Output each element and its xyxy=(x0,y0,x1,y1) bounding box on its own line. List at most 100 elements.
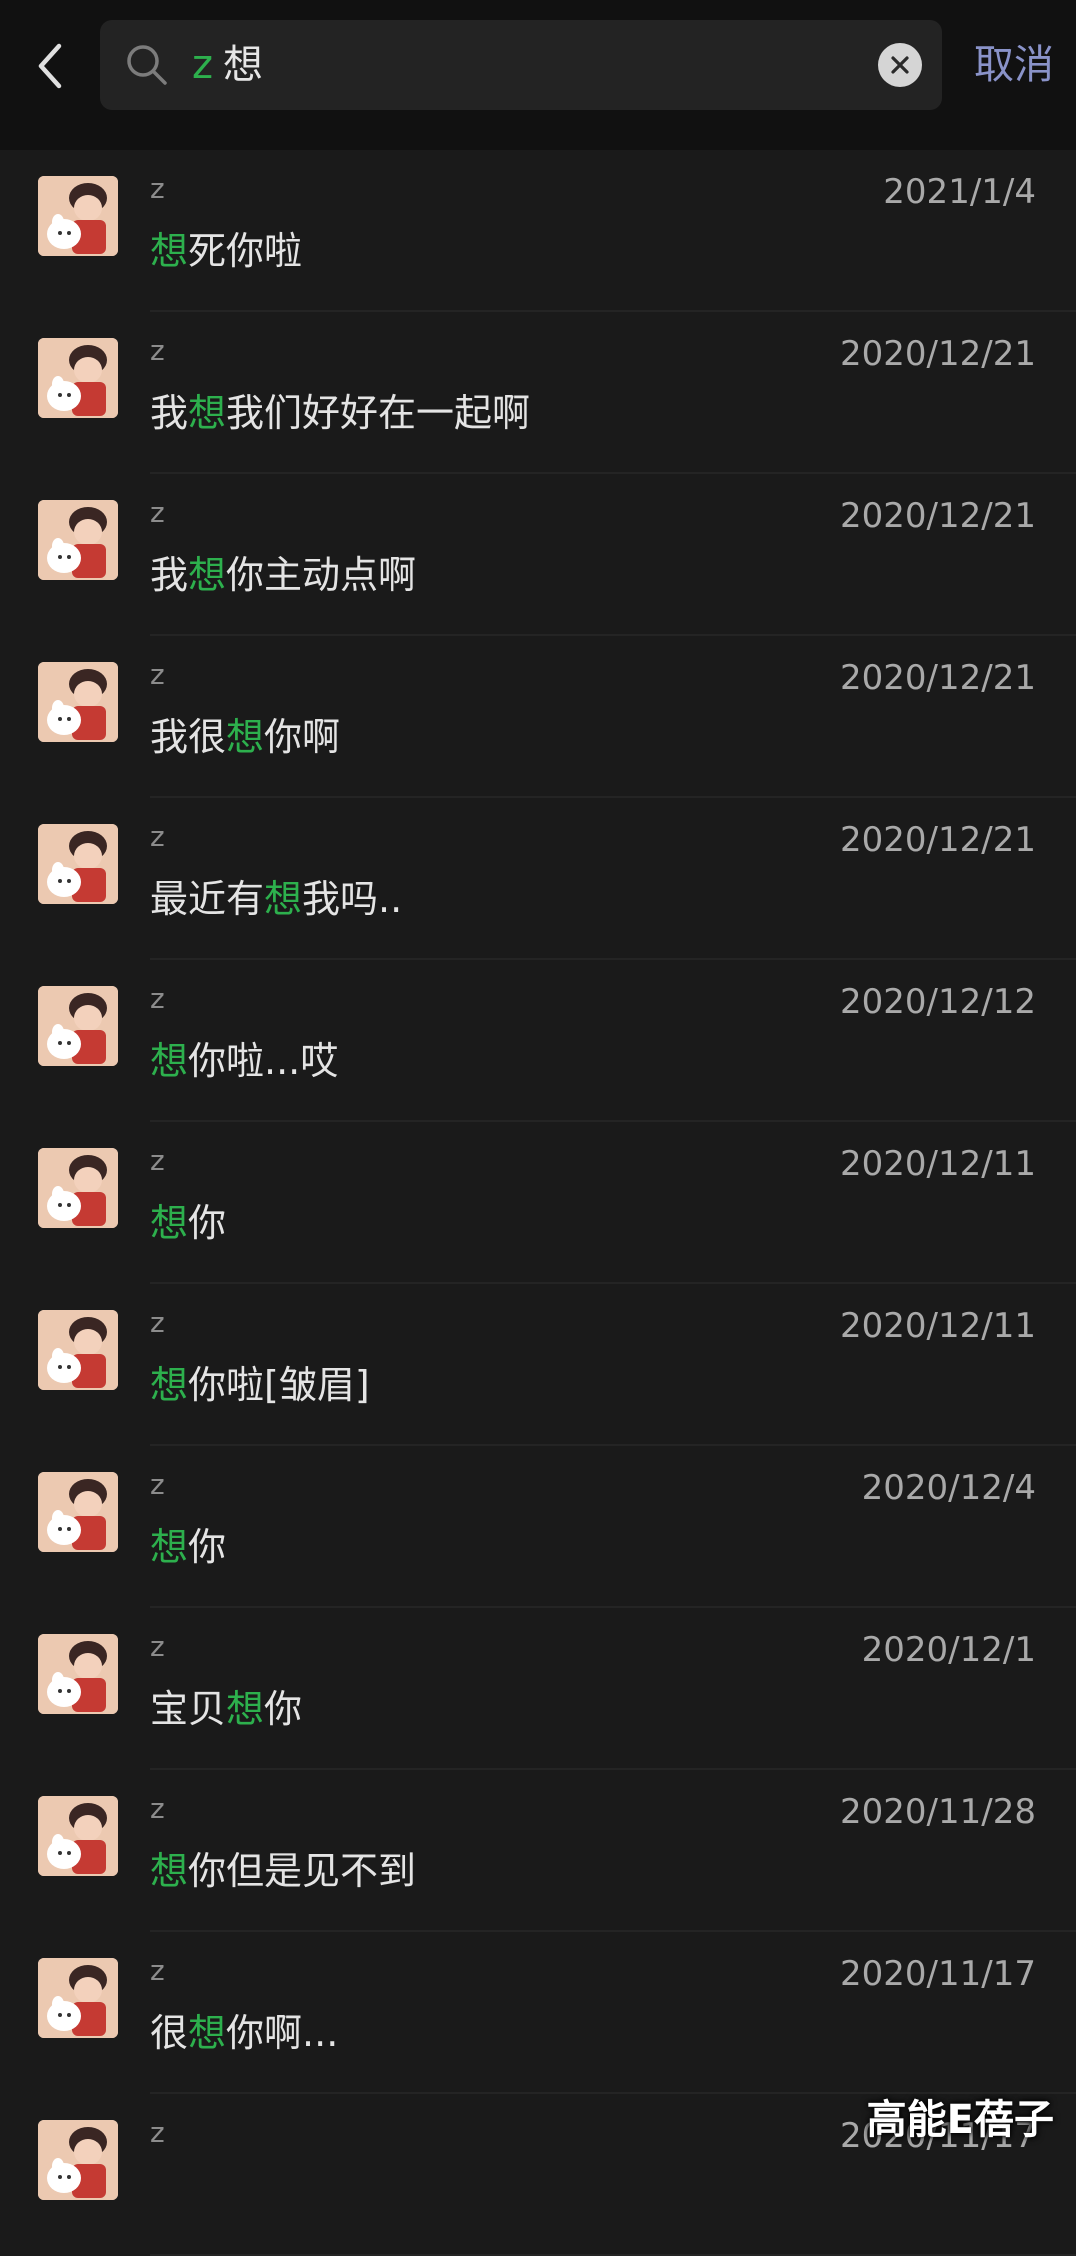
message-text-post: 我吗.. xyxy=(302,877,403,921)
avatar xyxy=(38,1148,118,1228)
message-text: 想死你啦 xyxy=(150,220,302,275)
avatar xyxy=(38,1310,118,1390)
message-text-post: 你 xyxy=(188,1201,227,1245)
message-text-post: 你但是见不到 xyxy=(188,1849,417,1893)
back-button[interactable] xyxy=(30,38,70,94)
message-text-post: 我们好好在一起啊 xyxy=(226,391,531,435)
message-text-highlight: 想 xyxy=(150,229,189,273)
result-row[interactable]: z 2020/12/21 我很想你啊 xyxy=(0,636,1076,798)
search-query[interactable]: z想 xyxy=(192,20,263,110)
avatar xyxy=(38,662,118,742)
avatar-image xyxy=(38,824,118,904)
result-row[interactable]: z 2020/12/21 我想我们好好在一起啊 xyxy=(0,312,1076,474)
message-text-pre: 很 xyxy=(150,2011,189,2055)
message-text-highlight: 想 xyxy=(150,1363,189,1407)
message-text-highlight: 想 xyxy=(226,1687,265,1731)
contact-name: z xyxy=(150,1144,165,1177)
message-text-highlight: 想 xyxy=(150,1849,189,1893)
clear-button[interactable] xyxy=(878,43,922,87)
avatar-image xyxy=(38,662,118,742)
result-row[interactable]: z 2020/12/11 想你 xyxy=(0,1122,1076,1284)
avatar-image xyxy=(38,500,118,580)
result-row[interactable]: z 2020/11/17 很想你啊... xyxy=(0,1932,1076,2094)
message-text-highlight: 想 xyxy=(150,1039,189,1083)
contact-name: z xyxy=(150,1954,165,1987)
result-row[interactable]: z 2020/11/28 想你但是见不到 xyxy=(0,1770,1076,1932)
message-date: 2020/11/17 xyxy=(840,1954,1036,1994)
contact-name: z xyxy=(150,982,165,1015)
result-row[interactable]: z 2020/12/1 宝贝想你 xyxy=(0,1608,1076,1770)
avatar-image xyxy=(38,1310,118,1390)
avatar-image xyxy=(38,1148,118,1228)
avatar xyxy=(38,176,118,256)
avatar xyxy=(38,1472,118,1552)
message-text-highlight: 想 xyxy=(188,553,227,597)
avatar-image xyxy=(38,1472,118,1552)
avatar xyxy=(38,500,118,580)
message-text-highlight: 想 xyxy=(226,715,265,759)
message-text: 想你啦...哎 xyxy=(150,1030,338,1085)
search-header: z想 取消 xyxy=(0,0,1076,150)
contact-name: z xyxy=(150,2116,165,2149)
message-text-pre: 我 xyxy=(150,391,189,435)
message-text: 很想你啊... xyxy=(150,2002,338,2057)
message-text: 我想你主动点啊 xyxy=(150,544,416,599)
avatar-image xyxy=(38,1796,118,1876)
message-text: 想你 xyxy=(150,1192,226,1247)
contact-name: z xyxy=(150,172,165,205)
message-text-post: 你啊... xyxy=(226,2011,339,2055)
message-text: 想你 xyxy=(150,1516,226,1571)
result-row[interactable]: z 2021/1/4 想死你啦 xyxy=(0,150,1076,312)
message-date: 2021/1/4 xyxy=(883,172,1036,212)
message-text-post: 你 xyxy=(188,1525,227,1569)
message-text-post: 死你啦 xyxy=(188,229,303,273)
result-row[interactable]: z 2020/12/21 我想你主动点啊 xyxy=(0,474,1076,636)
message-text-post: 你 xyxy=(264,1687,303,1731)
message-text-pre: 最近有 xyxy=(150,877,265,921)
result-row[interactable]: z 2020/12/21 最近有想我吗.. xyxy=(0,798,1076,960)
message-text-highlight: 想 xyxy=(150,1525,189,1569)
message-text-pre: 我很 xyxy=(150,715,227,759)
avatar-image xyxy=(38,1958,118,2038)
avatar xyxy=(38,824,118,904)
message-text: 想你但是见不到 xyxy=(150,1840,416,1895)
message-text: 最近有想我吗.. xyxy=(150,868,402,923)
chevron-left-icon xyxy=(38,43,62,89)
message-text: 想你啦[皱眉] xyxy=(150,1354,370,1409)
search-field[interactable]: z想 xyxy=(100,20,942,110)
contact-name: z xyxy=(150,1468,165,1501)
avatar-image xyxy=(38,1634,118,1714)
contact-name: z xyxy=(150,496,165,529)
result-row[interactable]: z 2020/12/11 想你啦[皱眉] xyxy=(0,1284,1076,1446)
message-text-post: 你啦...哎 xyxy=(188,1039,339,1083)
avatar xyxy=(38,2120,118,2200)
search-results-list: z 2021/1/4 想死你啦 z 2020/12/21 我想我们好好在一起啊 … xyxy=(0,150,1076,2256)
cancel-button[interactable]: 取消 xyxy=(974,20,1054,110)
message-text: 宝贝想你 xyxy=(150,1678,302,1733)
message-text: 我很想你啊 xyxy=(150,706,340,761)
message-date: 2020/12/21 xyxy=(840,496,1036,536)
result-row[interactable]: z 2020/12/12 想你啦...哎 xyxy=(0,960,1076,1122)
message-text-pre: 宝贝 xyxy=(150,1687,227,1731)
contact-name: z xyxy=(150,1630,165,1663)
result-row[interactable]: z 2020/12/4 想你 xyxy=(0,1446,1076,1608)
message-text-post: 你主动点啊 xyxy=(226,553,417,597)
avatar-image xyxy=(38,338,118,418)
message-text-post: 你啦[皱眉] xyxy=(188,1363,370,1407)
avatar-image xyxy=(38,176,118,256)
message-date: 2020/11/28 xyxy=(840,1792,1036,1832)
contact-name: z xyxy=(150,334,165,367)
message-date: 2020/12/11 xyxy=(840,1306,1036,1346)
message-date: 2020/12/12 xyxy=(840,982,1036,1022)
message-text: 我想我们好好在一起啊 xyxy=(150,382,530,437)
avatar xyxy=(38,1634,118,1714)
avatar xyxy=(38,338,118,418)
message-text-highlight: 想 xyxy=(264,877,303,921)
avatar-image xyxy=(38,2120,118,2200)
avatar xyxy=(38,1796,118,1876)
message-text-highlight: 想 xyxy=(150,1201,189,1245)
search-query-keyword: z xyxy=(192,42,213,88)
avatar-image xyxy=(38,986,118,1066)
message-text-pre: 我 xyxy=(150,553,189,597)
message-date: 2020/12/21 xyxy=(840,820,1036,860)
